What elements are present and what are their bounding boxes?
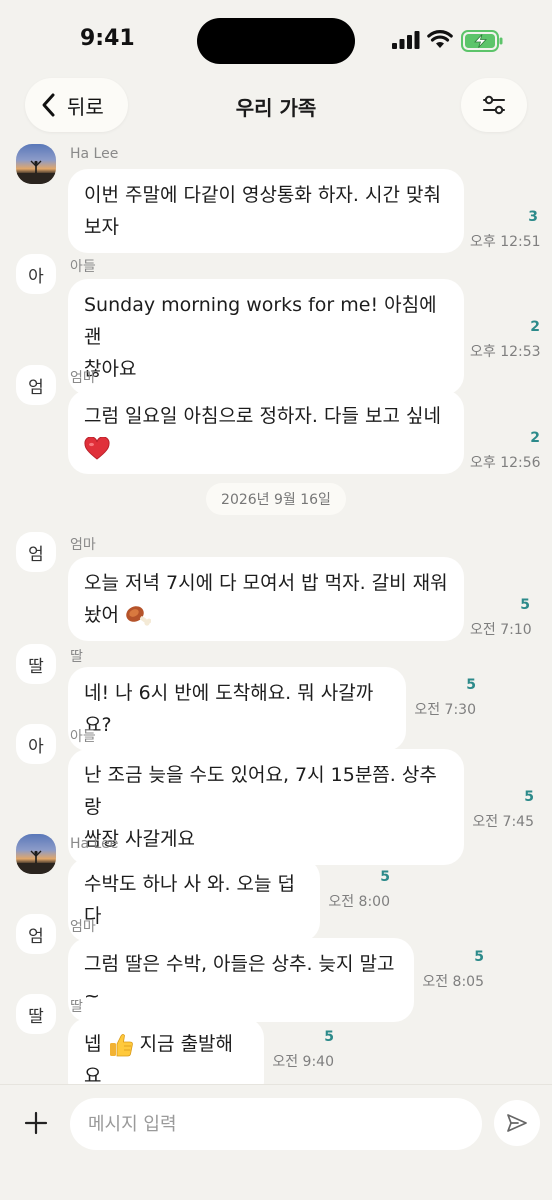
message-text: 난 조금 늦을 수도 있어요, 7시 15분쯤. 상추랑 쌈장 사갈게요 [84,764,437,850]
unread-count: 3 [528,209,538,225]
sender-name: Ha Lee [70,146,119,162]
message-time: 오후 12:53 [470,344,541,360]
sender-name: 딸 [70,649,83,665]
unread-count: 5 [324,1029,334,1045]
message-time: 오전 7:10 [470,622,532,638]
plus-icon [24,1111,48,1135]
avatar[interactable]: 아 [16,724,56,764]
sliders-icon [483,95,505,115]
message-bubble[interactable]: 네! 나 6시 반에 도착해요. 뭐 사갈까요? [68,667,406,751]
message-meta: 5 오전 7:45 [470,788,534,831]
message-text: 수박도 하나 사 와. 오늘 덥다 [84,873,296,927]
meat-on-bone-emoji-icon [126,605,152,626]
message-input[interactable] [70,1098,482,1150]
message-time: 오전 8:00 [328,894,390,910]
avatar[interactable] [16,834,56,874]
avatar[interactable]: 엄 [16,532,56,572]
message-text: 그럼 일요일 아침으로 정하자. 다들 보고 싶네 [84,405,441,427]
unread-count: 5 [380,869,390,885]
message-bubble[interactable]: 수박도 하나 사 와. 오늘 덥다 [68,858,320,942]
avatar[interactable] [16,144,56,184]
thumbs-up-emoji-icon [109,1033,133,1056]
settings-button[interactable] [461,78,527,132]
unread-count: 5 [524,789,534,805]
sunset-photo-icon [16,850,56,874]
message-bubble[interactable]: Sunday morning works for me! 아침에 괜 찮아요 [68,279,464,395]
chevron-left-icon [42,93,55,117]
message-meta: 2 오후 12:53 [470,318,541,361]
avatar[interactable]: 엄 [16,365,56,405]
avatar[interactable]: 딸 [16,644,56,684]
avatar[interactable]: 딸 [16,994,56,1034]
message-meta: 5 오전 7:10 [470,596,532,639]
message-text: 넵 [84,1033,102,1055]
sender-name: 엄마 [70,370,96,386]
signal-icon [392,31,420,49]
message-list[interactable]: Ha Lee 이번 주말에 다같이 영상통화 하자. 시간 맞춰 보자 3 오후… [0,140,552,1102]
heart-emoji-icon [84,436,110,460]
message-text: 네! 나 6시 반에 도착해요. 뭐 사갈까요? [84,682,374,736]
back-button[interactable]: 뒤로 [25,78,128,132]
send-icon [507,1114,527,1132]
battery-charging-icon [461,30,503,52]
unread-count: 5 [466,677,476,693]
message-time: 오전 7:30 [414,702,476,718]
message-time: 오전 8:05 [422,974,484,990]
unread-count: 5 [520,597,530,613]
wifi-icon [427,30,453,48]
dynamic-island [197,18,355,64]
unread-count: 2 [530,430,540,446]
message-text: 지금 출발해요 [84,1033,234,1087]
sender-name: Ha Lee [70,836,119,852]
message-input-bar [0,1084,552,1200]
message-time: 오전 7:45 [472,814,534,830]
message-bubble[interactable]: 그럼 딸은 수박, 아들은 상추. 늦지 말고~ [68,938,414,1022]
date-divider: 2026년 9월 16일 [206,483,346,515]
message-bubble[interactable]: 난 조금 늦을 수도 있어요, 7시 15분쯤. 상추랑 쌈장 사갈게요 [68,749,464,865]
unread-count: 5 [474,949,484,965]
message-bubble[interactable]: 이번 주말에 다같이 영상통화 하자. 시간 맞춰 보자 [68,169,464,253]
message-bubble[interactable]: 오늘 저녁 7시에 다 모여서 밥 먹자. 갈비 재워 놨어 [68,557,464,641]
message-meta: 5 오전 7:30 [412,676,476,719]
sender-name: 딸 [70,999,83,1015]
message-meta: 5 오전 8:05 [418,948,484,991]
message-text: 그럼 딸은 수박, 아들은 상추. 늦지 말고~ [84,953,395,1007]
sender-name: 엄마 [70,919,96,935]
message-meta: 5 오전 9:40 [270,1028,334,1071]
sunset-photo-icon [16,160,56,184]
sender-name: 엄마 [70,537,96,553]
message-time: 오후 12:56 [470,455,541,471]
message-meta: 2 오후 12:56 [470,429,541,472]
status-time: 9:41 [80,26,135,51]
message-time: 오후 12:51 [470,234,541,250]
message-bubble[interactable]: 그럼 일요일 아침으로 정하자. 다들 보고 싶네 [68,390,464,474]
sender-name: 아들 [70,729,96,745]
message-text: Sunday morning works for me! 아침에 괜 찮아요 [84,294,437,380]
attach-button[interactable] [18,1105,54,1141]
avatar[interactable]: 아 [16,254,56,294]
message-time: 오전 9:40 [272,1054,334,1070]
send-button[interactable] [494,1100,540,1146]
sender-name: 아들 [70,259,96,275]
back-label: 뒤로 [67,94,104,119]
message-meta: 3 오후 12:51 [470,208,541,251]
chat-header: 뒤로 우리 가족 [0,78,552,134]
avatar[interactable]: 엄 [16,914,56,954]
unread-count: 2 [530,319,540,335]
message-text: 이번 주말에 다같이 영상통화 하자. 시간 맞춰 보자 [84,184,441,238]
message-meta: 5 오전 8:00 [326,868,390,911]
status-bar: 9:41 [0,0,552,80]
